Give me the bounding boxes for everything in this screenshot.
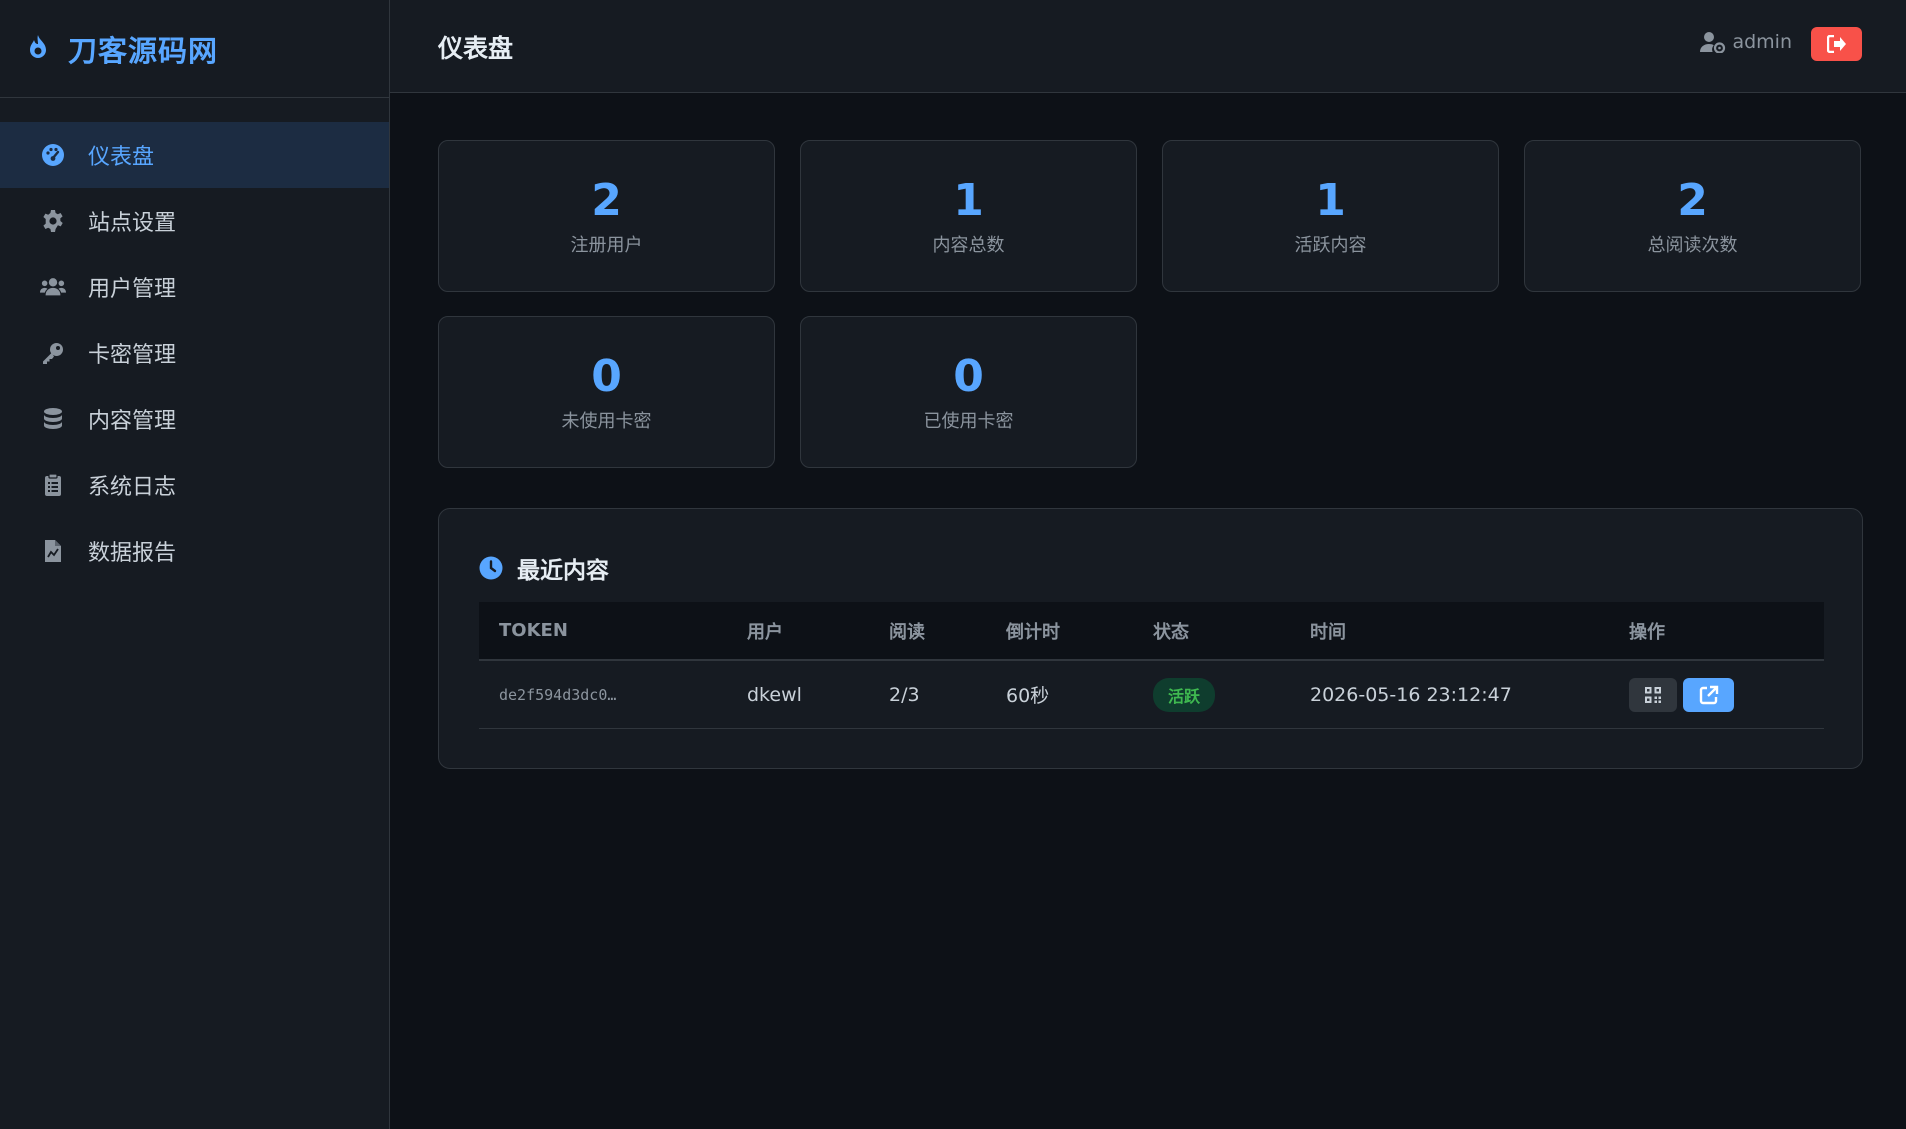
users-icon <box>40 274 66 300</box>
stat-card-total-reads: 2 总阅读次数 <box>1524 140 1861 292</box>
database-icon <box>40 406 66 432</box>
column-header-token[interactable]: TOKEN <box>499 602 568 659</box>
stat-label: 活跃内容 <box>1294 235 1367 256</box>
sidebar-item-label: 内容管理 <box>88 409 177 434</box>
column-header-time[interactable]: 时间 <box>1310 602 1346 659</box>
sidebar-item-content-management[interactable]: 内容管理 <box>0 386 389 452</box>
sidebar-item-card-management[interactable]: 卡密管理 <box>0 320 389 386</box>
panel-title: 最近内容 <box>479 551 609 585</box>
column-header-user[interactable]: 用户 <box>747 602 783 659</box>
logout-button[interactable] <box>1811 27 1862 61</box>
stat-value: 1 <box>953 175 984 226</box>
external-link-icon <box>1699 685 1719 705</box>
qrcode-icon <box>1645 686 1661 703</box>
stat-card-total-content: 1 内容总数 <box>800 140 1137 292</box>
panel-title-text: 最近内容 <box>517 558 609 584</box>
fire-icon <box>26 34 54 64</box>
stat-label: 总阅读次数 <box>1647 235 1738 256</box>
stat-label: 已使用卡密 <box>923 411 1014 432</box>
brand[interactable]: 刀客源码网 <box>0 0 389 98</box>
table-row: de2f594d3dc0… dkewl 2/3 60秒 活跃 2026-05-1… <box>479 661 1824 729</box>
sidebar-item-label: 用户管理 <box>88 277 177 302</box>
column-header-countdown[interactable]: 倒计时 <box>1006 602 1060 659</box>
gear-icon <box>40 208 66 234</box>
stat-value: 0 <box>953 351 984 402</box>
clock-icon <box>479 556 503 580</box>
stat-value: 1 <box>1315 175 1346 226</box>
clipboard-icon <box>40 472 66 498</box>
key-icon <box>40 340 66 366</box>
recent-content-panel: 最近内容 TOKEN 用户 阅读 倒计时 状态 时间 操作 de2f594d3d… <box>438 508 1863 769</box>
sidebar-item-dashboard[interactable]: 仪表盘 <box>0 122 389 188</box>
user-gear-icon <box>1700 31 1726 53</box>
status-badge: 活跃 <box>1153 677 1216 712</box>
sidebar-item-system-logs[interactable]: 系统日志 <box>0 452 389 518</box>
row-reads: 2/3 <box>889 683 920 706</box>
column-header-reads[interactable]: 阅读 <box>889 602 925 659</box>
qrcode-button[interactable] <box>1629 677 1677 712</box>
sidebar-item-label: 站点设置 <box>88 211 177 236</box>
stat-label: 内容总数 <box>932 235 1005 256</box>
sidebar: 刀客源码网 仪表盘 站点设置 用户管理 卡密管理 内容管理 系统日志 数据报告 <box>0 0 390 1129</box>
sidebar-item-user-management[interactable]: 用户管理 <box>0 254 389 320</box>
stat-value: 0 <box>591 351 622 402</box>
stat-card-registered-users: 2 注册用户 <box>438 140 775 292</box>
brand-title: 刀客源码网 <box>68 33 219 68</box>
sidebar-item-data-reports[interactable]: 数据报告 <box>0 518 389 584</box>
sign-out-icon <box>1826 35 1847 53</box>
column-header-actions: 操作 <box>1629 621 1665 643</box>
row-user: dkewl <box>747 683 802 706</box>
stat-label: 未使用卡密 <box>561 411 652 432</box>
row-actions <box>1629 661 1734 728</box>
sidebar-item-label: 数据报告 <box>88 541 177 566</box>
table-header: TOKEN 用户 阅读 倒计时 状态 时间 操作 <box>479 602 1824 661</box>
sidebar-item-label: 卡密管理 <box>88 343 177 368</box>
stat-card-active-content: 1 活跃内容 <box>1162 140 1499 292</box>
file-chart-icon <box>40 538 66 564</box>
stat-label: 注册用户 <box>570 235 643 256</box>
user-menu[interactable]: admin <box>1700 31 1792 53</box>
stat-value: 2 <box>591 175 622 226</box>
column-header-status[interactable]: 状态 <box>1153 602 1189 659</box>
sidebar-item-label: 系统日志 <box>88 475 177 500</box>
sidebar-nav: 仪表盘 站点设置 用户管理 卡密管理 内容管理 系统日志 数据报告 <box>0 122 389 584</box>
username: admin <box>1732 31 1792 53</box>
recent-content-table: TOKEN 用户 阅读 倒计时 状态 时间 操作 de2f594d3dc0… d… <box>479 602 1824 729</box>
stat-card-used-cards: 0 已使用卡密 <box>800 316 1137 468</box>
stat-value: 2 <box>1677 175 1708 226</box>
row-status: 活跃 <box>1153 661 1216 728</box>
top-header: 仪表盘 admin <box>390 0 1906 93</box>
sidebar-item-label: 仪表盘 <box>88 145 155 170</box>
stat-card-unused-cards: 0 未使用卡密 <box>438 316 775 468</box>
open-link-button[interactable] <box>1683 677 1734 712</box>
dashboard-icon <box>40 142 66 168</box>
sidebar-item-site-settings[interactable]: 站点设置 <box>0 188 389 254</box>
row-countdown: 60秒 <box>1006 685 1050 707</box>
page-title: 仪表盘 <box>438 34 514 63</box>
row-token: de2f594d3dc0… <box>499 685 617 704</box>
row-time: 2026-05-16 23:12:47 <box>1310 683 1512 706</box>
